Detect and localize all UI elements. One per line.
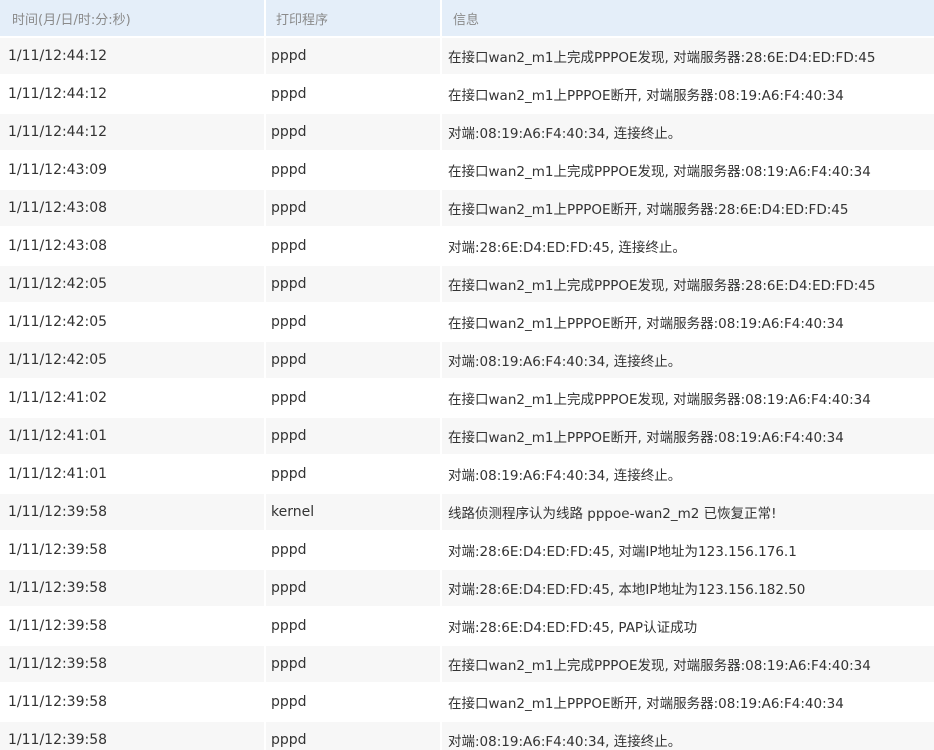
cell-time: 1/11/12:43:08	[0, 228, 264, 264]
cell-info: 在接口wan2_m1上PPPOE断开, 对端服务器:08:19:A6:F4:40…	[442, 76, 934, 112]
cell-info: 线路侦测程序认为线路 pppoe-wan2_m2 已恢复正常!	[442, 494, 934, 530]
table-row[interactable]: 1/11/12:44:12 pppd 在接口wan2_m1上完成PPPOE发现, 对…	[0, 38, 934, 74]
cell-program: kernel	[266, 494, 440, 530]
cell-info: 在接口wan2_m1上PPPOE断开, 对端服务器:28:6E:D4:ED:FD…	[442, 190, 934, 226]
table-row[interactable]: 1/11/12:43:08 pppd 对端:28:6E:D4:ED:FD:45, 连…	[0, 228, 934, 264]
table-row[interactable]: 1/11/12:42:05 pppd 对端:08:19:A6:F4:40:34, 连…	[0, 342, 934, 378]
table-header: 时间(月/日/时:分:秒) 打印程序 信息	[0, 0, 934, 36]
cell-time: 1/11/12:39:58	[0, 570, 264, 606]
cell-time: 1/11/12:42:05	[0, 266, 264, 302]
cell-program: pppd	[266, 228, 440, 264]
cell-program: pppd	[266, 76, 440, 112]
cell-program: pppd	[266, 304, 440, 340]
table-row[interactable]: 1/11/12:43:08 pppd 在接口wan2_m1上PPPOE断开, 对端服…	[0, 190, 934, 226]
cell-info: 在接口wan2_m1上完成PPPOE发现, 对端服务器:08:19:A6:F4:…	[442, 152, 934, 188]
cell-info: 对端:08:19:A6:F4:40:34, 连接终止。	[442, 722, 934, 750]
table-row[interactable]: 1/11/12:39:58 kernel 线路侦测程序认为线路 pppoe-wan2…	[0, 494, 934, 530]
cell-program: pppd	[266, 684, 440, 720]
cell-info: 对端:08:19:A6:F4:40:34, 连接终止。	[442, 456, 934, 492]
cell-program: pppd	[266, 38, 440, 74]
table-row[interactable]: 1/11/12:42:05 pppd 在接口wan2_m1上PPPOE断开, 对端服…	[0, 304, 934, 340]
cell-time: 1/11/12:39:58	[0, 494, 264, 530]
cell-program: pppd	[266, 418, 440, 454]
cell-time: 1/11/12:44:12	[0, 38, 264, 74]
cell-info: 对端:28:6E:D4:ED:FD:45, 本地IP地址为123.156.182…	[442, 570, 934, 606]
table-row[interactable]: 1/11/12:43:09 pppd 在接口wan2_m1上完成PPPOE发现, 对…	[0, 152, 934, 188]
table-row[interactable]: 1/11/12:41:01 pppd 对端:08:19:A6:F4:40:34, 连…	[0, 456, 934, 492]
cell-program: pppd	[266, 456, 440, 492]
header-time[interactable]: 时间(月/日/时:分:秒)	[0, 0, 264, 36]
cell-info: 对端:28:6E:D4:ED:FD:45, 连接终止。	[442, 228, 934, 264]
cell-time: 1/11/12:39:58	[0, 684, 264, 720]
cell-info: 对端:28:6E:D4:ED:FD:45, 对端IP地址为123.156.176…	[442, 532, 934, 568]
cell-time: 1/11/12:42:05	[0, 342, 264, 378]
cell-info: 对端:08:19:A6:F4:40:34, 连接终止。	[442, 114, 934, 150]
cell-info: 在接口wan2_m1上PPPOE断开, 对端服务器:08:19:A6:F4:40…	[442, 304, 934, 340]
cell-program: pppd	[266, 532, 440, 568]
cell-time: 1/11/12:41:01	[0, 418, 264, 454]
cell-time: 1/11/12:44:12	[0, 76, 264, 112]
cell-program: pppd	[266, 190, 440, 226]
table-row[interactable]: 1/11/12:44:12 pppd 在接口wan2_m1上PPPOE断开, 对端服…	[0, 76, 934, 112]
cell-info: 在接口wan2_m1上PPPOE断开, 对端服务器:08:19:A6:F4:40…	[442, 684, 934, 720]
table-row[interactable]: 1/11/12:39:58 pppd 对端:28:6E:D4:ED:FD:45, P…	[0, 608, 934, 644]
cell-program: pppd	[266, 646, 440, 682]
cell-info: 在接口wan2_m1上完成PPPOE发现, 对端服务器:28:6E:D4:ED:…	[442, 38, 934, 74]
header-program[interactable]: 打印程序	[266, 0, 440, 36]
table-row[interactable]: 1/11/12:39:58 pppd 对端:28:6E:D4:ED:FD:45, 本…	[0, 570, 934, 606]
cell-program: pppd	[266, 722, 440, 750]
cell-time: 1/11/12:39:58	[0, 608, 264, 644]
cell-time: 1/11/12:39:58	[0, 722, 264, 750]
header-info[interactable]: 信息	[442, 0, 934, 36]
cell-program: pppd	[266, 380, 440, 416]
cell-program: pppd	[266, 608, 440, 644]
cell-time: 1/11/12:42:05	[0, 304, 264, 340]
table-body: 1/11/12:44:12 pppd 在接口wan2_m1上完成PPPOE发现, 对…	[0, 38, 934, 750]
cell-time: 1/11/12:43:08	[0, 190, 264, 226]
cell-info: 对端:08:19:A6:F4:40:34, 连接终止。	[442, 342, 934, 378]
cell-program: pppd	[266, 342, 440, 378]
table-row[interactable]: 1/11/12:44:12 pppd 对端:08:19:A6:F4:40:34, 连…	[0, 114, 934, 150]
cell-time: 1/11/12:41:02	[0, 380, 264, 416]
system-log-table: 时间(月/日/时:分:秒) 打印程序 信息 1/11/12:44:12 pppd 在…	[0, 0, 934, 750]
cell-time: 1/11/12:43:09	[0, 152, 264, 188]
table-row[interactable]: 1/11/12:39:58 pppd 对端:28:6E:D4:ED:FD:45, 对…	[0, 532, 934, 568]
cell-program: pppd	[266, 570, 440, 606]
cell-time: 1/11/12:44:12	[0, 114, 264, 150]
cell-info: 在接口wan2_m1上PPPOE断开, 对端服务器:08:19:A6:F4:40…	[442, 418, 934, 454]
table-row[interactable]: 1/11/12:39:58 pppd 在接口wan2_m1上完成PPPOE发现, 对…	[0, 646, 934, 682]
cell-program: pppd	[266, 114, 440, 150]
table-row[interactable]: 1/11/12:39:58 pppd 在接口wan2_m1上PPPOE断开, 对端服…	[0, 684, 934, 720]
cell-program: pppd	[266, 266, 440, 302]
table-row[interactable]: 1/11/12:41:01 pppd 在接口wan2_m1上PPPOE断开, 对端服…	[0, 418, 934, 454]
cell-info: 在接口wan2_m1上完成PPPOE发现, 对端服务器:08:19:A6:F4:…	[442, 380, 934, 416]
cell-info: 在接口wan2_m1上完成PPPOE发现, 对端服务器:28:6E:D4:ED:…	[442, 266, 934, 302]
cell-program: pppd	[266, 152, 440, 188]
cell-info: 对端:28:6E:D4:ED:FD:45, PAP认证成功	[442, 608, 934, 644]
cell-info: 在接口wan2_m1上完成PPPOE发现, 对端服务器:08:19:A6:F4:…	[442, 646, 934, 682]
table-row[interactable]: 1/11/12:39:58 pppd 对端:08:19:A6:F4:40:34, 连…	[0, 722, 934, 750]
cell-time: 1/11/12:39:58	[0, 532, 264, 568]
cell-time: 1/11/12:41:01	[0, 456, 264, 492]
table-row[interactable]: 1/11/12:42:05 pppd 在接口wan2_m1上完成PPPOE发现, 对…	[0, 266, 934, 302]
table-row[interactable]: 1/11/12:41:02 pppd 在接口wan2_m1上完成PPPOE发现, 对…	[0, 380, 934, 416]
cell-time: 1/11/12:39:58	[0, 646, 264, 682]
